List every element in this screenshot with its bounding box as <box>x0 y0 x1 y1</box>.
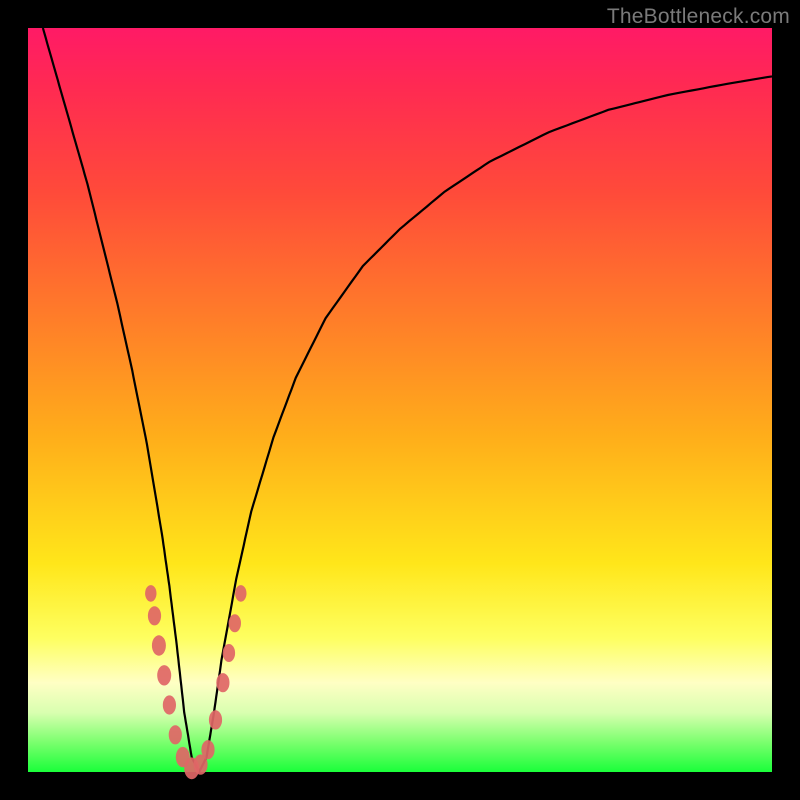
data-marker <box>152 635 166 655</box>
data-marker <box>169 725 182 744</box>
chart-plot-area <box>28 28 772 772</box>
bottleneck-curve <box>43 28 772 772</box>
data-marker <box>223 644 235 662</box>
chart-svg <box>28 28 772 772</box>
data-marker <box>157 665 171 685</box>
data-marker <box>148 606 161 625</box>
watermark-text: TheBottleneck.com <box>607 5 790 29</box>
data-marker <box>229 614 241 632</box>
data-marker <box>209 710 222 729</box>
data-markers <box>145 585 246 779</box>
data-marker <box>163 695 176 714</box>
data-marker <box>145 585 156 602</box>
chart-frame: TheBottleneck.com <box>0 0 800 800</box>
data-marker <box>235 585 246 602</box>
data-marker <box>201 740 214 759</box>
data-marker <box>216 673 229 692</box>
